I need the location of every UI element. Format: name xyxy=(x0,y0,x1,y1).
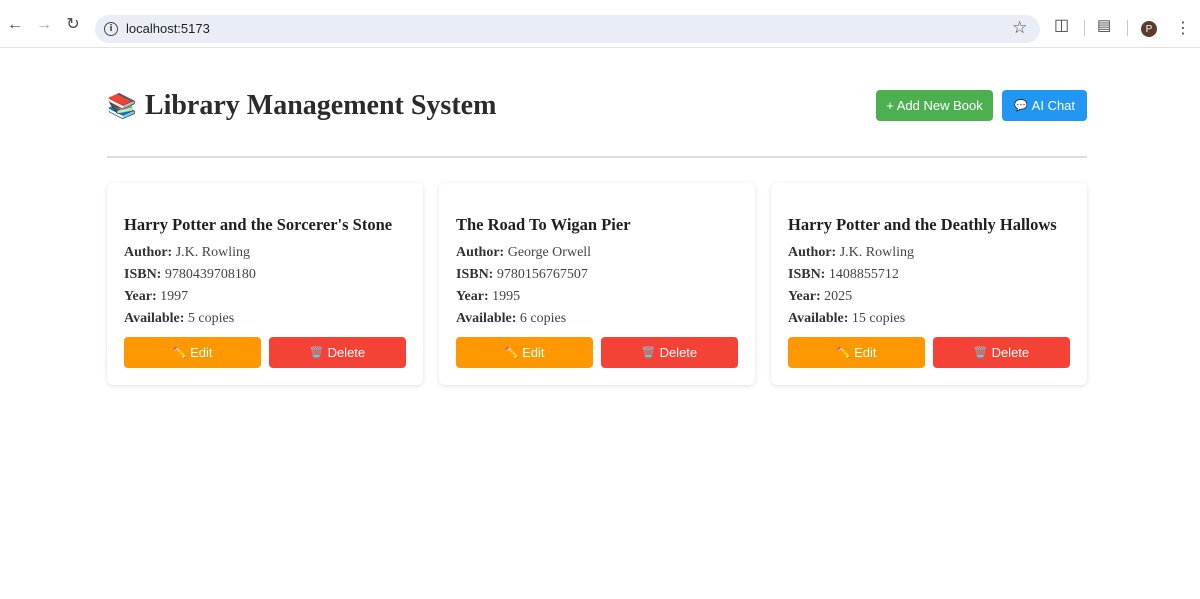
book-available: Available: 6 copies xyxy=(456,311,566,327)
tab-search-icon[interactable]: ▤ xyxy=(1097,18,1111,33)
delete-label: Delete xyxy=(991,345,1030,360)
pencil-icon: ✏️ xyxy=(836,346,851,359)
year-value: 2025 xyxy=(824,289,853,304)
add-new-book-button[interactable]: + Add New Book xyxy=(876,90,993,121)
available-value: 5 copies xyxy=(187,311,235,326)
isbn-value: 9780439708180 xyxy=(164,267,256,282)
book-card: Harry Potter and the Sorcerer's Stone Au… xyxy=(107,183,423,385)
book-author: Author: J.K. Rowling xyxy=(788,245,914,261)
card-actions: ✏️ Edit 🗑️ Delete xyxy=(788,337,1070,368)
books-icon: 📚 xyxy=(107,92,137,120)
year-label: Year: xyxy=(456,289,489,304)
delete-label: Delete xyxy=(327,345,366,360)
delete-button[interactable]: 🗑️ Delete xyxy=(269,337,406,368)
edit-label: Edit xyxy=(190,345,213,360)
card-actions: ✏️ Edit 🗑️ Delete xyxy=(124,337,406,368)
edit-label: Edit xyxy=(854,345,877,360)
page-title: 📚 Library Management System xyxy=(107,90,496,122)
app-header: 📚 Library Management System + Add New Bo… xyxy=(107,48,1087,158)
author-label: Author: xyxy=(124,245,173,260)
book-card: Harry Potter and the Deathly Hallows Aut… xyxy=(771,183,1087,385)
pencil-icon: ✏️ xyxy=(504,346,519,359)
delete-label: Delete xyxy=(659,345,698,360)
author-label: Author: xyxy=(456,245,505,260)
book-list: Harry Potter and the Sorcerer's Stone Au… xyxy=(107,183,1087,385)
delete-button[interactable]: 🗑️ Delete xyxy=(933,337,1070,368)
book-author: Author: George Orwell xyxy=(456,245,591,261)
book-isbn: ISBN: 9780156767507 xyxy=(456,267,588,283)
card-actions: ✏️ Edit 🗑️ Delete xyxy=(456,337,738,368)
back-arrow-icon[interactable]: ← xyxy=(7,17,23,33)
speech-bubble-icon: 💬 xyxy=(1013,99,1028,112)
book-isbn: ISBN: 1408855712 xyxy=(788,267,899,283)
book-available: Available: 5 copies xyxy=(124,311,234,327)
browser-menu-icon[interactable]: ⋮ xyxy=(1175,20,1191,36)
edit-label: Edit xyxy=(522,345,545,360)
isbn-value: 9780156767507 xyxy=(496,267,588,282)
page-title-text: Library Management System xyxy=(144,90,497,121)
available-value: 15 copies xyxy=(851,311,906,326)
book-card: The Road To Wigan Pier Author: George Or… xyxy=(439,183,755,385)
bookmark-star-icon[interactable]: ☆ xyxy=(1012,19,1027,36)
profile-avatar[interactable]: P xyxy=(1141,21,1157,37)
available-value: 6 copies xyxy=(519,311,567,326)
book-year: Year: 2025 xyxy=(788,289,852,305)
book-author: Author: J.K. Rowling xyxy=(124,245,250,261)
trash-icon: 🗑️ xyxy=(641,346,656,359)
edit-button[interactable]: ✏️ Edit xyxy=(456,337,593,368)
book-year: Year: 1995 xyxy=(456,289,520,305)
available-label: Available: xyxy=(788,311,849,326)
toolbar-divider xyxy=(1084,20,1085,36)
author-value: J.K. Rowling xyxy=(175,245,251,260)
author-value: J.K. Rowling xyxy=(839,245,915,260)
available-label: Available: xyxy=(124,311,185,326)
book-title: The Road To Wigan Pier xyxy=(456,215,631,234)
pencil-icon: ✏️ xyxy=(172,346,187,359)
year-value: 1995 xyxy=(492,289,521,304)
book-year: Year: 1997 xyxy=(124,289,188,305)
reload-icon[interactable]: ↻ xyxy=(65,17,81,33)
isbn-label: ISBN: xyxy=(124,267,162,282)
year-label: Year: xyxy=(124,289,157,304)
book-title: Harry Potter and the Sorcerer's Stone xyxy=(124,215,393,234)
author-value: George Orwell xyxy=(507,245,592,260)
browser-toolbar: ← → ↻ i localhost:5173 ☆ ◫ ▤ P ⋮ xyxy=(0,0,1200,48)
author-label: Author: xyxy=(788,245,837,260)
trash-icon: 🗑️ xyxy=(309,346,324,359)
isbn-label: ISBN: xyxy=(788,267,826,282)
year-label: Year: xyxy=(788,289,821,304)
toolbar-divider xyxy=(1127,20,1128,36)
header-actions: + Add New Book 💬 AI Chat xyxy=(876,90,1087,121)
ai-chat-label: AI Chat xyxy=(1031,98,1076,113)
trash-icon: 🗑️ xyxy=(973,346,988,359)
isbn-value: 1408855712 xyxy=(828,267,899,282)
ai-chat-button[interactable]: 💬 AI Chat xyxy=(1002,90,1087,121)
address-bar[interactable]: i localhost:5173 ☆ xyxy=(95,15,1040,43)
url-text[interactable]: localhost:5173 xyxy=(126,21,210,36)
year-value: 1997 xyxy=(160,289,189,304)
book-isbn: ISBN: 9780439708180 xyxy=(124,267,256,283)
site-info-icon[interactable]: i xyxy=(104,22,118,36)
book-available: Available: 15 copies xyxy=(788,311,905,327)
app-page: 📚 Library Management System + Add New Bo… xyxy=(107,48,1087,385)
forward-arrow-icon[interactable]: → xyxy=(36,17,52,33)
available-label: Available: xyxy=(456,311,517,326)
delete-button[interactable]: 🗑️ Delete xyxy=(601,337,738,368)
extensions-icon[interactable]: ◫ xyxy=(1054,18,1069,34)
isbn-label: ISBN: xyxy=(456,267,494,282)
book-title: Harry Potter and the Deathly Hallows xyxy=(788,215,1057,234)
edit-button[interactable]: ✏️ Edit xyxy=(788,337,925,368)
edit-button[interactable]: ✏️ Edit xyxy=(124,337,261,368)
